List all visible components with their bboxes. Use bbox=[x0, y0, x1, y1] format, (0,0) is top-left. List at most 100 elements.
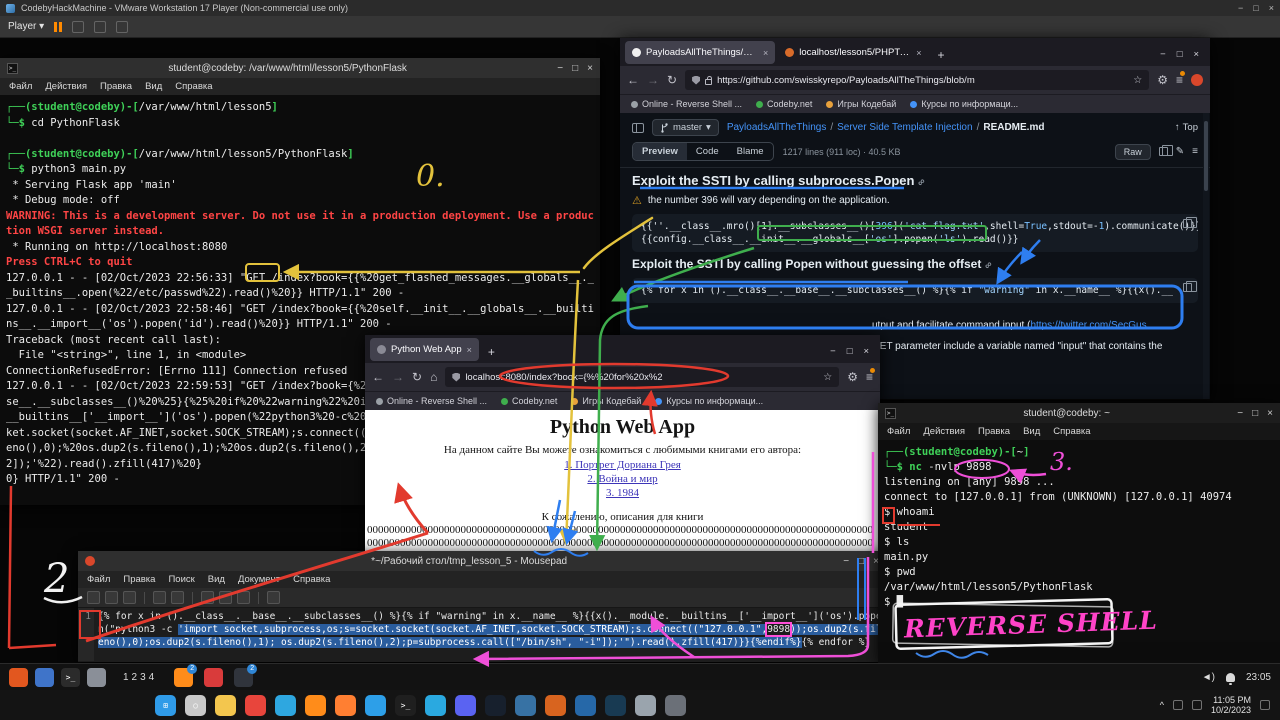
menu-item[interactable]: Вид bbox=[208, 574, 225, 585]
wireshark-icon[interactable] bbox=[575, 695, 596, 716]
suspend-button[interactable] bbox=[54, 22, 62, 32]
terminal-icon[interactable]: >_ bbox=[395, 695, 416, 716]
steam-icon[interactable] bbox=[485, 695, 506, 716]
menu-item[interactable]: Действия bbox=[45, 81, 87, 92]
new-tab-button[interactable]: + bbox=[482, 345, 501, 361]
save-file-icon[interactable] bbox=[123, 591, 136, 604]
book-link[interactable]: 3. 1984 bbox=[365, 486, 880, 500]
maximize-icon[interactable]: □ bbox=[572, 63, 578, 74]
menu-item[interactable]: Файл bbox=[9, 81, 32, 92]
mail-window-icon[interactable] bbox=[204, 668, 223, 687]
vscode-icon[interactable] bbox=[365, 695, 386, 716]
copy-icon[interactable] bbox=[1159, 147, 1168, 156]
flame-menu-icon[interactable] bbox=[9, 668, 28, 687]
copy-icon[interactable] bbox=[219, 591, 232, 604]
tracking-shield-icon[interactable] bbox=[692, 76, 700, 85]
url-text[interactable]: localhost:8080/index?book={%%20for%20x%2 bbox=[465, 372, 818, 383]
anchor-link-icon[interactable]: ∞ bbox=[983, 259, 996, 272]
bookmark-item[interactable]: Курсы по информаци... bbox=[655, 396, 763, 406]
view-tab[interactable]: Preview bbox=[633, 143, 687, 160]
outline-icon[interactable]: ≡ bbox=[1192, 146, 1198, 157]
bookmark-item[interactable]: Codeby.net bbox=[756, 99, 812, 109]
paste-icon[interactable] bbox=[237, 591, 250, 604]
menu-item[interactable]: Файл bbox=[87, 574, 110, 585]
breadcrumb-repo[interactable]: PayloadsAllTheThings bbox=[727, 122, 827, 133]
bookmark-item[interactable]: Игры Кодебай bbox=[826, 99, 896, 109]
apps-window-icon[interactable]: 2 bbox=[234, 668, 253, 687]
new-file-icon[interactable] bbox=[87, 591, 100, 604]
firefox-icon[interactable] bbox=[305, 695, 326, 716]
tracking-shield-icon[interactable] bbox=[452, 373, 460, 382]
copy-icon[interactable] bbox=[1183, 219, 1192, 228]
enter-fullscreen-icon[interactable] bbox=[116, 21, 128, 33]
minimize-icon[interactable]: − bbox=[1237, 408, 1243, 419]
url-bar[interactable]: localhost:8080/index?book={%%20for%20x%2… bbox=[445, 367, 839, 387]
host-clock[interactable]: 11:05 PM 10/2/2023 bbox=[1211, 695, 1251, 715]
close-icon[interactable]: × bbox=[863, 346, 869, 357]
menu-item[interactable]: Документ bbox=[238, 574, 280, 585]
find-icon[interactable] bbox=[267, 591, 280, 604]
search-icon[interactable]: ○ bbox=[185, 695, 206, 716]
book-link[interactable]: 1. Портрет Дориана Грея bbox=[365, 458, 880, 472]
virtual-devices-icon[interactable] bbox=[94, 21, 106, 33]
redo-icon[interactable] bbox=[171, 591, 184, 604]
close-tab-icon[interactable]: × bbox=[763, 48, 768, 58]
maximize-icon[interactable]: □ bbox=[858, 556, 864, 567]
bookmark-item[interactable]: Курсы по информаци... bbox=[910, 99, 1018, 109]
new-tab-button[interactable]: + bbox=[932, 48, 951, 64]
terminal-titlebar[interactable]: >_ student@codeby: ~ − □ × bbox=[878, 403, 1280, 423]
tab-python-web-app[interactable]: Python Web App × bbox=[370, 338, 479, 361]
menu-item[interactable]: Поиск bbox=[168, 574, 194, 585]
reload-icon[interactable]: ↻ bbox=[412, 370, 422, 384]
view-tab[interactable]: Code bbox=[687, 143, 728, 160]
twitter-link[interactable]: https://twitter.com/SecGus bbox=[1030, 320, 1146, 331]
menu-item[interactable]: Файл bbox=[887, 426, 910, 437]
back-icon[interactable]: ← bbox=[372, 370, 384, 384]
sound-icon[interactable] bbox=[1192, 700, 1202, 710]
menu-item[interactable]: Справка bbox=[293, 574, 330, 585]
tray-expand-icon[interactable]: ^ bbox=[1160, 700, 1164, 710]
discord-icon[interactable] bbox=[455, 695, 476, 716]
bookmark-star-icon[interactable]: ☆ bbox=[823, 372, 832, 383]
notification-center-icon[interactable] bbox=[1260, 700, 1270, 710]
bookmark-item[interactable]: Codeby.net bbox=[501, 396, 557, 406]
network-icon[interactable] bbox=[1173, 700, 1183, 710]
explorer-icon[interactable] bbox=[215, 695, 236, 716]
close-icon[interactable]: × bbox=[1193, 49, 1199, 60]
editor-icon[interactable] bbox=[87, 668, 106, 687]
url-bar[interactable]: https://github.com/swisskyrepo/PayloadsA… bbox=[685, 70, 1149, 90]
reload-icon[interactable]: ↻ bbox=[667, 73, 677, 87]
account-avatar[interactable] bbox=[1191, 74, 1203, 86]
branch-selector[interactable]: master ▾ bbox=[652, 119, 719, 136]
copy-icon[interactable] bbox=[1183, 283, 1192, 292]
minimize-icon[interactable]: − bbox=[1238, 3, 1243, 13]
menu-item[interactable]: Вид bbox=[1023, 426, 1040, 437]
terminal-output[interactable]: ┌──(student@codeby)-[~]└─$ nc -nvlp 9898… bbox=[878, 440, 1280, 642]
python-icon[interactable] bbox=[515, 695, 536, 716]
maximize-icon[interactable]: □ bbox=[1177, 49, 1183, 60]
home-icon[interactable]: ⌂ bbox=[430, 370, 437, 384]
terminal-titlebar[interactable]: >_ student@codeby: /var/www/html/lesson5… bbox=[0, 58, 600, 78]
tab-payloadsallthethings[interactable]: PayloadsAllTheThings/Se... × bbox=[625, 41, 775, 64]
edge-icon[interactable] bbox=[275, 695, 296, 716]
terminal-icon[interactable]: >_ bbox=[61, 668, 80, 687]
scrollbar[interactable] bbox=[1203, 113, 1209, 399]
close-tab-icon[interactable]: × bbox=[467, 345, 472, 355]
notification-bell-icon[interactable] bbox=[1226, 673, 1235, 682]
close-icon[interactable]: × bbox=[1269, 3, 1274, 13]
files-icon[interactable] bbox=[35, 668, 54, 687]
back-icon[interactable]: ← bbox=[627, 73, 639, 87]
url-text[interactable]: https://github.com/swisskyrepo/PayloadsA… bbox=[717, 75, 1128, 86]
volume-icon[interactable]: ◄) bbox=[1202, 672, 1215, 683]
firefox-window-icon[interactable]: 2 bbox=[174, 668, 193, 687]
minimize-icon[interactable]: − bbox=[830, 346, 836, 357]
bookmark-item[interactable]: Игры Кодебай bbox=[571, 396, 641, 406]
burp-icon[interactable] bbox=[545, 695, 566, 716]
anchor-link-icon[interactable]: ∞ bbox=[916, 176, 929, 189]
view-tab[interactable]: Blame bbox=[728, 143, 773, 160]
close-tab-icon[interactable]: × bbox=[916, 48, 921, 58]
maximize-icon[interactable]: □ bbox=[847, 346, 853, 357]
menu-item[interactable]: Действия bbox=[923, 426, 965, 437]
open-file-icon[interactable] bbox=[105, 591, 118, 604]
menu-item[interactable]: Справка bbox=[1053, 426, 1090, 437]
